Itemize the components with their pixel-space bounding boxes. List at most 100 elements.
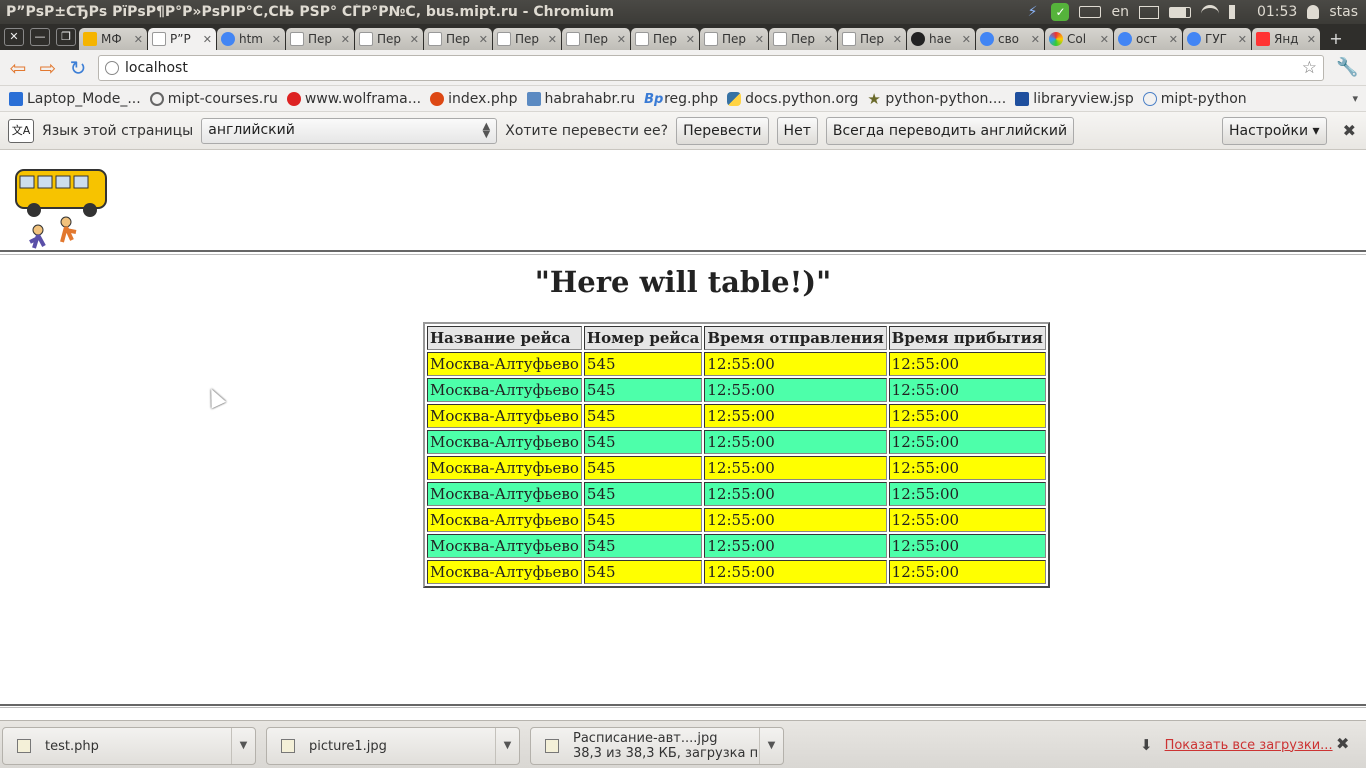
window-minimize-button[interactable]: — — [30, 28, 50, 46]
tab-close-icon[interactable]: ✕ — [1238, 33, 1247, 46]
reload-button[interactable]: ↻ — [66, 56, 90, 80]
tab-label: Р”Р — [170, 32, 191, 46]
tab-close-icon[interactable]: ✕ — [341, 33, 350, 46]
bookmark-item[interactable]: www.wolframa... — [286, 91, 421, 107]
power-manager-icon[interactable]: ⚡ — [1023, 5, 1041, 19]
browser-tab[interactable]: Пер ✕ — [562, 28, 630, 50]
address-bar[interactable]: localhost ☆ — [98, 54, 1324, 81]
tab-close-icon[interactable]: ✕ — [893, 33, 902, 46]
download-item[interactable]: picture1.jpg ▼ — [266, 727, 520, 765]
page-info-icon[interactable] — [105, 60, 119, 75]
tab-close-icon[interactable]: ✕ — [1031, 33, 1040, 46]
keyboard-icon[interactable] — [1079, 6, 1102, 18]
file-icon — [281, 739, 295, 753]
browser-tab[interactable]: Пер ✕ — [355, 28, 423, 50]
download-menu-chevron-icon[interactable]: ▼ — [495, 728, 519, 764]
translate-always-button[interactable]: Всегда переводить английский — [825, 116, 1075, 145]
browser-tab[interactable]: ГУГ ✕ — [1183, 28, 1251, 50]
address-url[interactable]: localhost — [125, 60, 1302, 76]
bookmark-item[interactable]: Bp reg.php — [644, 91, 718, 107]
browser-tab[interactable]: Пер ✕ — [769, 28, 837, 50]
bookmark-item[interactable]: libraryview.jsp — [1015, 91, 1134, 107]
browser-tab[interactable]: hae ✕ — [907, 28, 975, 50]
tab-close-icon[interactable]: ✕ — [755, 33, 764, 46]
tab-close-icon[interactable]: ✕ — [824, 33, 833, 46]
tab-close-icon[interactable]: ✕ — [1169, 33, 1178, 46]
tab-close-icon[interactable]: ✕ — [134, 33, 143, 46]
browser-tab[interactable]: Col ✕ — [1045, 28, 1113, 50]
back-button[interactable]: ⇦ — [6, 56, 30, 80]
browser-tab[interactable]: Пер ✕ — [493, 28, 561, 50]
table-cell: 545 — [583, 560, 703, 584]
bookmark-star-icon[interactable]: ☆ — [1302, 58, 1317, 78]
browser-tab[interactable]: htm ✕ — [217, 28, 285, 50]
new-tab-button[interactable]: + — [1324, 30, 1348, 48]
volume-icon[interactable] — [1228, 5, 1247, 19]
bookmark-item[interactable]: Laptop_Mode_... — [9, 91, 141, 107]
window-maximize-button[interactable]: ❐ — [56, 28, 76, 46]
tab-close-icon[interactable]: ✕ — [962, 33, 971, 46]
window-close-button[interactable]: ✕ — [4, 28, 24, 46]
tab-close-icon[interactable]: ✕ — [1100, 33, 1109, 46]
table-cell: 12:55:00 — [704, 560, 887, 584]
translate-button[interactable]: Перевести — [676, 116, 769, 145]
download-item[interactable]: Расписание-авт....jpg 38,3 из 38,3 КБ, за… — [530, 727, 784, 765]
translate-no-button[interactable]: Нет — [776, 116, 818, 145]
doc-icon — [152, 32, 166, 46]
tab-close-icon[interactable]: ✕ — [203, 33, 212, 46]
browser-tab[interactable]: Р”Р ✕ — [148, 28, 216, 50]
bookmarks-overflow-chevron-icon[interactable]: ▾ — [1352, 92, 1358, 105]
browser-tab[interactable]: Пер ✕ — [424, 28, 492, 50]
bookmark-item[interactable]: mipt-courses.ru — [149, 91, 278, 107]
bookmark-item[interactable]: mipt-python — [1142, 91, 1247, 107]
mail-icon[interactable] — [1138, 5, 1159, 19]
user-icon[interactable] — [1307, 5, 1320, 19]
tab-close-icon[interactable]: ✕ — [410, 33, 419, 46]
bookmark-label: index.php — [448, 90, 518, 107]
clock[interactable]: 01:53 — [1257, 4, 1297, 20]
table-cell: 545 — [583, 430, 703, 454]
browser-tab[interactable]: Пер ✕ — [700, 28, 768, 50]
bookmark-favicon-icon — [1142, 91, 1157, 106]
download-item[interactable]: test.php ▼ — [2, 727, 256, 765]
download-shelf-close-icon[interactable]: ✖ — [1336, 734, 1349, 753]
download-menu-chevron-icon[interactable]: ▼ — [231, 728, 255, 764]
table-header-cell: Время отправления — [704, 326, 887, 350]
download-menu-chevron-icon[interactable]: ▼ — [759, 728, 783, 764]
tab-close-icon[interactable]: ✕ — [686, 33, 695, 46]
browser-tab[interactable]: ост ✕ — [1114, 28, 1182, 50]
translate-settings-button[interactable]: Настройки ▾ — [1222, 116, 1327, 145]
tab-close-icon[interactable]: ✕ — [1307, 33, 1316, 46]
bus-icon — [83, 32, 97, 46]
bookmark-item[interactable]: habrahabr.ru — [526, 91, 635, 107]
browser-tab[interactable]: Янд ✕ — [1252, 28, 1320, 50]
bookmark-item[interactable]: ★ python-python.... — [867, 91, 1006, 107]
tab-label: сво — [998, 32, 1020, 46]
wrench-menu-icon[interactable]: 🔧 — [1336, 57, 1358, 78]
updates-icon[interactable]: ✓ — [1051, 3, 1070, 21]
translate-close-icon[interactable]: ✖ — [1343, 121, 1356, 140]
tab-close-icon[interactable]: ✕ — [617, 33, 626, 46]
tab-close-icon[interactable]: ✕ — [272, 33, 281, 46]
user-name[interactable]: stas — [1329, 4, 1358, 20]
bookmark-item[interactable]: docs.python.org — [727, 91, 858, 107]
tab-close-icon[interactable]: ✕ — [479, 33, 488, 46]
browser-tab[interactable]: Пер ✕ — [631, 28, 699, 50]
browser-tab[interactable]: Пер ✕ — [838, 28, 906, 50]
bookmark-item[interactable]: index.php — [430, 90, 518, 107]
mouse-cursor-icon — [203, 385, 227, 409]
wifi-icon[interactable] — [1200, 5, 1219, 19]
translate-language-select[interactable]: английский ▲ ▼ — [201, 117, 498, 144]
browser-tab[interactable]: МФ ✕ — [79, 28, 147, 50]
browser-tab[interactable]: сво ✕ — [976, 28, 1044, 50]
tab-close-icon[interactable]: ✕ — [548, 33, 557, 46]
show-all-downloads-link[interactable]: Показать все загрузки... — [1165, 738, 1333, 753]
browser-tab[interactable]: Пер ✕ — [286, 28, 354, 50]
table-cell: 545 — [583, 534, 703, 558]
battery-icon[interactable] — [1168, 6, 1191, 18]
forward-button[interactable]: ⇨ — [36, 56, 60, 80]
tab-label: МФ — [101, 32, 122, 46]
table-cell: 545 — [583, 404, 703, 428]
keyboard-layout[interactable]: en — [1111, 4, 1129, 20]
table-cell: 12:55:00 — [888, 430, 1046, 454]
